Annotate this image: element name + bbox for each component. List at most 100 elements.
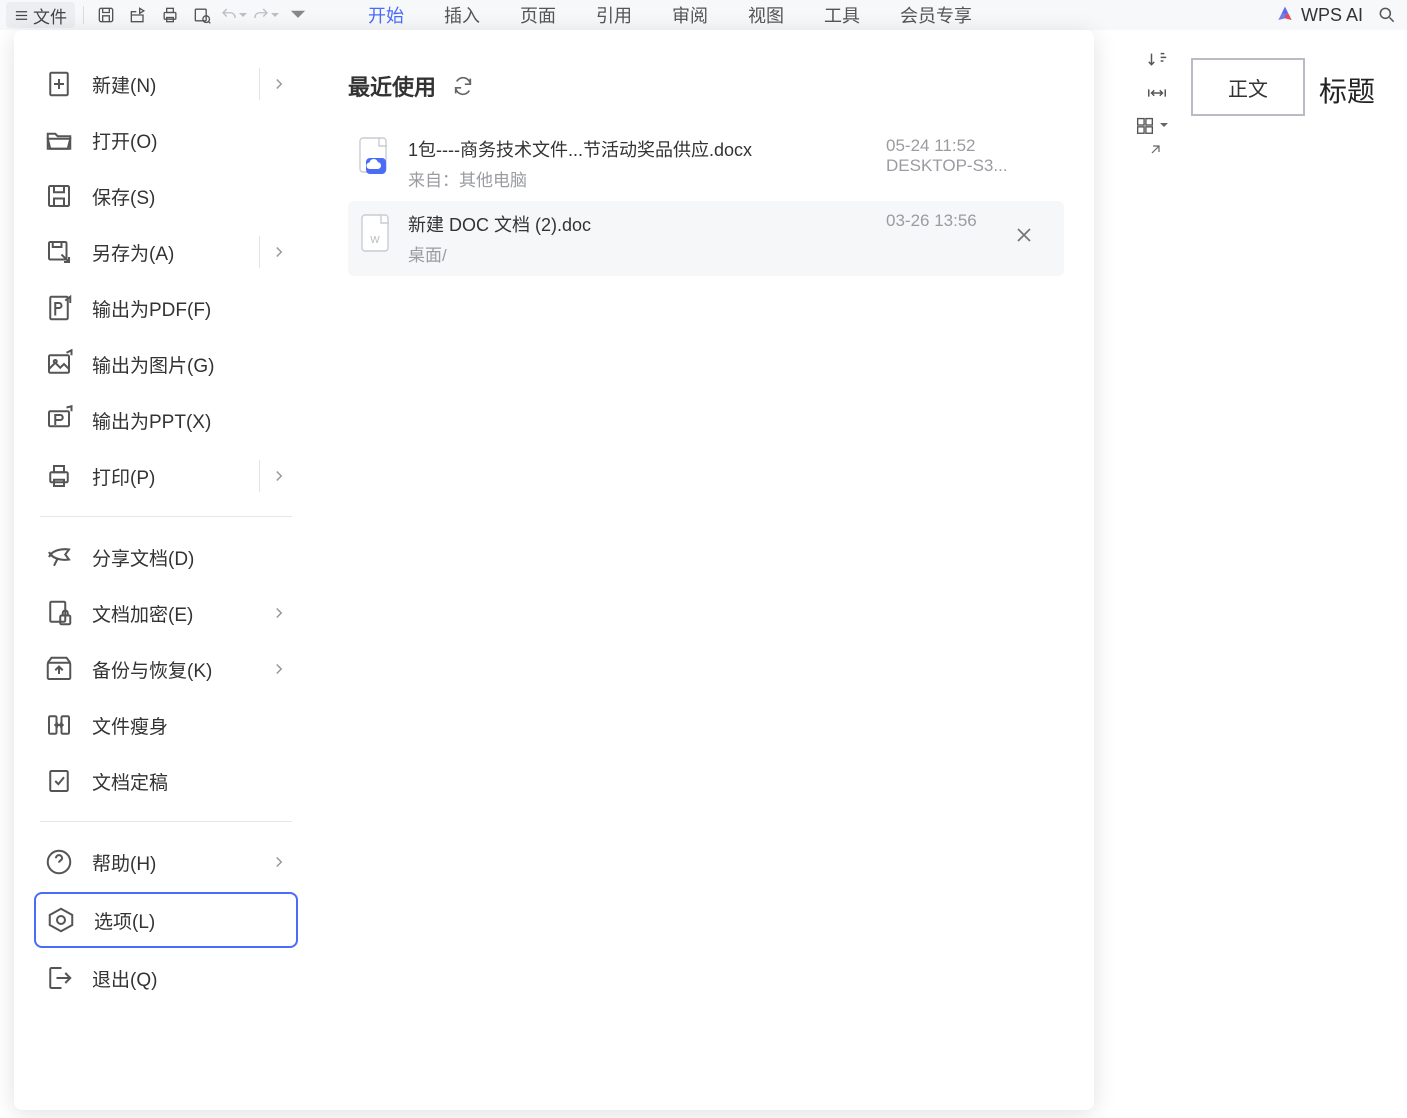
wps-ai-label: WPS AI bbox=[1301, 5, 1363, 26]
tab-tools[interactable]: 工具 bbox=[822, 0, 862, 30]
doc-cloud-icon bbox=[356, 136, 394, 180]
recent-pane: 最近使用 1包----商务技术文件...节活动奖品供应.docx 来自：其他电脑… bbox=[318, 30, 1094, 1110]
menu-share[interactable]: 分享文档(D) bbox=[34, 531, 298, 583]
chevron-right-icon bbox=[270, 467, 288, 485]
tab-review[interactable]: 审阅 bbox=[670, 0, 710, 30]
file-menu-sidebar: 新建(N) 打开(O) 保存(S) 另存为(A) 输出为PDF(F) 输出为图片… bbox=[14, 30, 318, 1110]
file-date: 05-24 11:52 bbox=[886, 136, 1056, 156]
chevron-right-icon bbox=[270, 75, 288, 93]
file-meta: 05-24 11:52 DESKTOP-S3... bbox=[886, 136, 1056, 176]
chevron-right-icon bbox=[270, 604, 288, 622]
sort-icon[interactable] bbox=[1145, 50, 1169, 72]
file-name: 1包----商务技术文件...节活动奖品供应.docx bbox=[408, 136, 768, 162]
menu-encrypt[interactable]: 文档加密(E) bbox=[34, 587, 298, 639]
image-icon bbox=[44, 349, 74, 379]
undo-dropdown[interactable] bbox=[220, 6, 248, 24]
gear-icon bbox=[46, 905, 76, 935]
quick-print-icon[interactable] bbox=[124, 2, 152, 28]
style-normal[interactable]: 正文 bbox=[1191, 58, 1305, 116]
menu-new[interactable]: 新建(N) bbox=[34, 58, 298, 110]
lock-doc-icon bbox=[44, 598, 74, 628]
recent-title: 最近使用 bbox=[348, 70, 436, 102]
menu-icon bbox=[14, 8, 29, 23]
tab-view[interactable]: 视图 bbox=[746, 0, 786, 30]
file-menu-panel: 新建(N) 打开(O) 保存(S) 另存为(A) 输出为PDF(F) 输出为图片… bbox=[14, 30, 1094, 1110]
svg-text:W: W bbox=[370, 235, 380, 246]
preview-icon[interactable] bbox=[188, 2, 216, 28]
recent-file-row[interactable]: W 新建 DOC 文档 (2).doc 桌面/ 03-26 13:56 bbox=[348, 201, 1064, 276]
menu-saveas[interactable]: 另存为(A) bbox=[34, 226, 298, 278]
toolbox-dropdown[interactable] bbox=[1133, 114, 1169, 136]
separator bbox=[40, 516, 292, 517]
menu-backup[interactable]: 备份与恢复(K) bbox=[34, 643, 298, 695]
menu-slim[interactable]: 文件瘦身 bbox=[34, 699, 298, 751]
separator bbox=[40, 821, 292, 822]
tab-reference[interactable]: 引用 bbox=[594, 0, 634, 30]
menu-print-label: 打印(P) bbox=[92, 463, 155, 490]
chevron-right-icon bbox=[270, 243, 288, 261]
exit-icon bbox=[44, 963, 74, 993]
open-icon bbox=[44, 125, 74, 155]
file-info: 1包----商务技术文件...节活动奖品供应.docx 来自：其他电脑 bbox=[408, 136, 886, 191]
file-menu-button[interactable]: 文件 bbox=[6, 2, 75, 28]
style-normal-label: 正文 bbox=[1228, 73, 1268, 102]
file-source: 来自：其他电脑 bbox=[408, 166, 886, 191]
file-menu-label: 文件 bbox=[33, 3, 67, 28]
menu-export-image[interactable]: 输出为图片(G) bbox=[34, 338, 298, 390]
file-info: 新建 DOC 文档 (2).doc 桌面/ bbox=[408, 211, 886, 266]
file-device: DESKTOP-S3... bbox=[886, 156, 1056, 176]
style-heading[interactable]: 标题 bbox=[1319, 70, 1375, 110]
customize-dropdown[interactable] bbox=[284, 2, 312, 28]
tab-page[interactable]: 页面 bbox=[518, 0, 558, 30]
ribbon-tabs: 开始 插入 页面 引用 审阅 视图 工具 会员专享 bbox=[366, 0, 974, 30]
doc-icon: W bbox=[356, 211, 394, 255]
recent-header: 最近使用 bbox=[348, 70, 1064, 102]
menu-open[interactable]: 打开(O) bbox=[34, 114, 298, 166]
menu-options[interactable]: 选项(L) bbox=[34, 892, 298, 948]
tab-member[interactable]: 会员专享 bbox=[898, 0, 974, 30]
close-icon[interactable] bbox=[1012, 223, 1036, 247]
menu-save-label: 保存(S) bbox=[92, 183, 155, 210]
tab-insert[interactable]: 插入 bbox=[442, 0, 482, 30]
share-icon bbox=[44, 542, 74, 572]
menu-finalize-label: 文档定稿 bbox=[92, 768, 168, 795]
fit-width-icon[interactable] bbox=[1145, 82, 1169, 104]
refresh-icon[interactable] bbox=[452, 75, 474, 97]
save-icon[interactable] bbox=[92, 2, 120, 28]
recent-file-row[interactable]: 1包----商务技术文件...节活动奖品供应.docx 来自：其他电脑 05-2… bbox=[348, 126, 1064, 201]
search-icon[interactable] bbox=[1373, 2, 1401, 28]
menu-exit-label: 退出(Q) bbox=[92, 965, 157, 992]
ribbon-styles-group: 正文 标题 bbox=[1127, 40, 1407, 160]
menu-print[interactable]: 打印(P) bbox=[34, 450, 298, 502]
wps-ai-button[interactable]: WPS AI bbox=[1275, 5, 1363, 26]
menu-open-label: 打开(O) bbox=[92, 127, 157, 154]
menu-slim-label: 文件瘦身 bbox=[92, 712, 168, 739]
menu-exit[interactable]: 退出(Q) bbox=[34, 952, 298, 1004]
tab-start[interactable]: 开始 bbox=[366, 0, 406, 30]
menu-save[interactable]: 保存(S) bbox=[34, 170, 298, 222]
menu-export-image-label: 输出为图片(G) bbox=[92, 351, 214, 378]
menu-encrypt-label: 文档加密(E) bbox=[92, 600, 193, 627]
chevron-right-icon bbox=[270, 853, 288, 871]
menu-new-label: 新建(N) bbox=[92, 71, 156, 98]
save-outline-icon bbox=[44, 181, 74, 211]
chevron-right-icon bbox=[270, 660, 288, 678]
redo-dropdown[interactable] bbox=[252, 6, 280, 24]
ppt-icon bbox=[44, 405, 74, 435]
print-icon[interactable] bbox=[156, 2, 184, 28]
menu-help[interactable]: 帮助(H) bbox=[34, 836, 298, 888]
backup-icon bbox=[44, 654, 74, 684]
file-source: 桌面/ bbox=[408, 241, 886, 266]
menu-backup-label: 备份与恢复(K) bbox=[92, 656, 212, 683]
menu-export-pdf[interactable]: 输出为PDF(F) bbox=[34, 282, 298, 334]
expand-icon[interactable] bbox=[1149, 144, 1161, 156]
menu-export-ppt-label: 输出为PPT(X) bbox=[92, 407, 211, 434]
menu-finalize[interactable]: 文档定稿 bbox=[34, 755, 298, 807]
menu-export-ppt[interactable]: 输出为PPT(X) bbox=[34, 394, 298, 446]
top-toolbar: 文件 开始 插入 页面 引用 审阅 视图 工具 会员专享 WPS AI bbox=[0, 0, 1407, 30]
menu-share-label: 分享文档(D) bbox=[92, 544, 194, 571]
wps-ai-icon bbox=[1275, 5, 1295, 25]
menu-options-label: 选项(L) bbox=[94, 907, 155, 934]
ribbon-icons-col bbox=[1127, 40, 1175, 146]
file-name: 新建 DOC 文档 (2).doc bbox=[408, 211, 768, 237]
